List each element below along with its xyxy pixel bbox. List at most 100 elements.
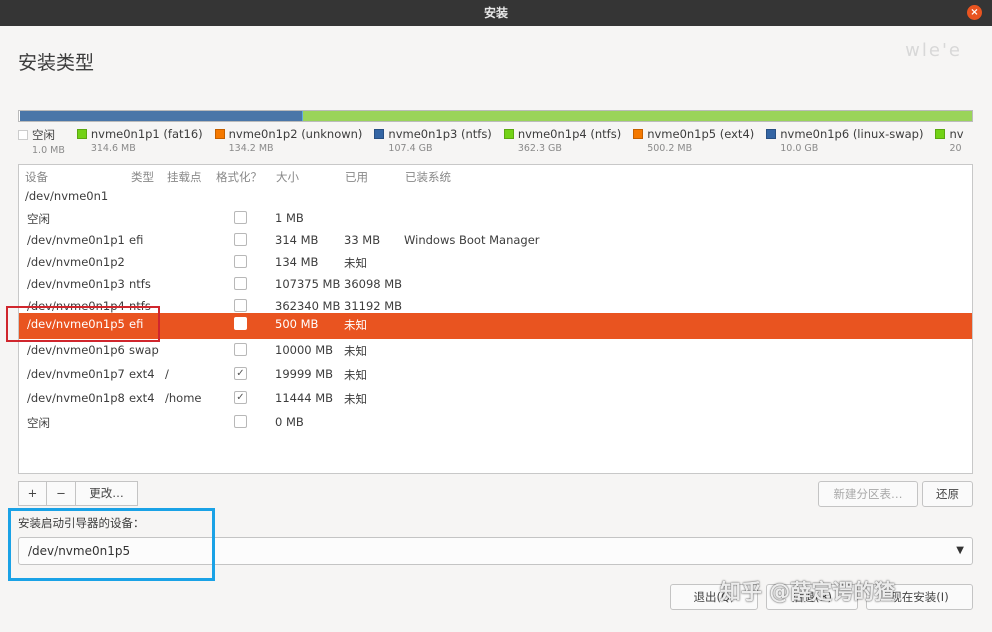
header-type[interactable]: 类型 <box>131 169 154 185</box>
table-header: 设备 类型 挂载点 格式化？ 大小 已用 已装系统 <box>19 165 972 187</box>
window-titlebar: 安装 × <box>0 0 992 26</box>
cell-size: 314 MB <box>275 233 319 247</box>
change-partition-button[interactable]: 更改… <box>76 481 138 506</box>
chevron-down-icon: ▼ <box>956 545 964 556</box>
cell-device: /dev/nvme0n1p3 <box>27 277 125 291</box>
table-row[interactable]: /dev/nvme0n1p1 efi 314 MB 33 MB Windows Boot… <box>19 229 972 251</box>
format-checkbox[interactable] <box>234 299 247 312</box>
legend-item: nvme0n1p5 (ext4) 500.2 MB <box>633 127 754 154</box>
add-partition-button[interactable]: + <box>18 481 47 506</box>
cell-size: 11444 MB <box>275 391 334 405</box>
table-row[interactable]: /dev/nvme0n1p4 ntfs 362340 MB 31192 MB <box>19 295 972 313</box>
format-checkbox[interactable] <box>234 233 247 246</box>
legend-label: nvme0n1p1 (fat16) <box>90 127 203 141</box>
cell-used: 未知 <box>344 344 367 358</box>
cell-size: 1 MB <box>275 211 304 225</box>
watermark-top: wle'e <box>905 40 962 61</box>
legend-item: nv 20 <box>935 127 964 154</box>
header-format[interactable]: 格式化？ <box>216 169 262 185</box>
table-row[interactable]: /dev/nvme0n1p6 swap 10000 MB 未知 <box>19 339 972 363</box>
legend-swatch <box>503 129 514 139</box>
legend-label: nvme0n1p6 (linux-swap) <box>780 127 924 141</box>
legend-item: nvme0n1p3 (ntfs) 107.4 GB <box>374 127 492 154</box>
legend-swatch <box>766 129 777 139</box>
legend-item: 空闲 1.0 MB <box>18 127 65 156</box>
close-icon[interactable]: × <box>967 5 982 20</box>
legend-swatch <box>18 130 28 140</box>
table-row[interactable]: /dev/nvme0n1p2 134 MB 未知 <box>19 251 972 273</box>
format-checkbox[interactable] <box>234 317 247 330</box>
header-system[interactable]: 已装系统 <box>405 169 451 185</box>
format-checkbox[interactable] <box>234 415 247 428</box>
header-device[interactable]: 设备 <box>25 169 48 185</box>
header-size[interactable]: 大小 <box>276 169 299 185</box>
cell-size: 107375 MB <box>275 277 341 291</box>
table-row[interactable]: /dev/nvme0n1p8 ext4/home 11444 MB 未知 ✓ <box>19 387 972 411</box>
window-title: 安装 <box>483 6 508 20</box>
legend-label: nvme0n1p3 (ntfs) <box>388 127 492 141</box>
format-checkbox[interactable]: ✓ <box>234 367 247 380</box>
cell-used: 31192 MB <box>344 299 403 313</box>
legend-size: 362.3 GB <box>517 143 562 154</box>
legend-label: nvme0n1p4 (ntfs) <box>517 127 622 141</box>
legend-size: 500.2 MB <box>647 143 693 154</box>
disk-row[interactable]: /dev/nvme0n1 <box>19 187 972 207</box>
cell-type: efi <box>129 233 144 247</box>
legend-label: nv <box>949 127 964 141</box>
legend-swatch <box>76 129 87 139</box>
cell-used: 36098 MB <box>344 277 403 291</box>
table-row[interactable]: /dev/nvme0n1p5 efi 500 MB 未知 <box>19 313 972 339</box>
cell-mount: / <box>165 367 169 381</box>
table-row[interactable]: 空闲 0 MB <box>19 411 972 435</box>
cell-device: /dev/nvme0n1p7 <box>27 367 125 381</box>
legend-item: nvme0n1p2 (unknown) 134.2 MB <box>214 127 363 154</box>
header-mount[interactable]: 挂载点 <box>167 169 202 185</box>
new-partition-table-button[interactable]: 新建分区表… <box>818 481 918 507</box>
legend-swatch <box>633 129 644 139</box>
format-checkbox[interactable] <box>234 255 247 268</box>
cell-used: 未知 <box>344 256 367 270</box>
legend-size: 134.2 MB <box>228 143 274 154</box>
revert-button[interactable]: 还原 <box>922 481 973 507</box>
page-title: 安装类型 <box>18 52 95 74</box>
legend-label: nvme0n1p2 (unknown) <box>228 127 363 141</box>
cell-size: 500 MB <box>275 317 319 331</box>
cell-used: 未知 <box>344 392 367 406</box>
cell-device: 空闲 <box>27 212 50 226</box>
legend-label: nvme0n1p5 (ext4) <box>647 127 755 141</box>
cell-system: Windows Boot Manager <box>404 233 540 247</box>
legend-size: 107.4 GB <box>388 143 433 154</box>
format-checkbox[interactable]: ✓ <box>234 391 247 404</box>
partition-table: 设备 类型 挂载点 格式化？ 大小 已用 已装系统 /dev/nvme0n1 空… <box>18 164 973 474</box>
remove-partition-button[interactable]: − <box>47 481 76 506</box>
cell-used: 未知 <box>344 318 367 332</box>
cell-type: ext4 <box>129 367 155 381</box>
format-checkbox[interactable] <box>234 277 247 290</box>
cell-device: /dev/nvme0n1p8 <box>27 391 125 405</box>
partition-legend: 空闲 1.0 MB nvme0n1p1 (fat16) 314.6 MB nvme0n1… <box>18 127 973 159</box>
legend-item: nvme0n1p1 (fat16) 314.6 MB <box>76 127 203 154</box>
partition-usage-bar <box>18 110 973 122</box>
format-checkbox[interactable] <box>234 211 247 224</box>
legend-item: nvme0n1p6 (linux-swap) 10.0 GB <box>766 127 923 154</box>
legend-size: 20 <box>949 143 962 154</box>
format-checkbox[interactable] <box>234 343 247 356</box>
disk-device: /dev/nvme0n1 <box>25 189 109 203</box>
table-row[interactable]: /dev/nvme0n1p3 ntfs 107375 MB 36098 MB <box>19 273 972 295</box>
cell-size: 362340 MB <box>275 299 341 313</box>
cell-used: 未知 <box>344 368 367 382</box>
header-used[interactable]: 已用 <box>345 169 368 185</box>
table-rows: 空闲 1 MB/dev/nvme0n1p1 efi 314 MB 33 MB Window… <box>19 207 972 435</box>
cell-device: /dev/nvme0n1p1 <box>27 233 125 247</box>
cell-type: swap <box>129 343 159 357</box>
table-row[interactable]: /dev/nvme0n1p7 ext4 / 19999 MB 未知 ✓ <box>19 363 972 387</box>
partition-bar-segment <box>302 111 972 121</box>
cell-device: 空闲 <box>27 416 50 430</box>
legend-swatch <box>935 129 946 139</box>
table-row[interactable]: 空闲 1 MB <box>19 207 972 229</box>
legend-item: nvme0n1p4 (ntfs) 362.3 GB <box>503 127 622 154</box>
legend-size: 314.6 MB <box>90 143 136 154</box>
cell-size: 134 MB <box>275 255 319 269</box>
highlight-selected-partition <box>6 306 160 342</box>
cell-device: /dev/nvme0n1p2 <box>27 255 125 269</box>
